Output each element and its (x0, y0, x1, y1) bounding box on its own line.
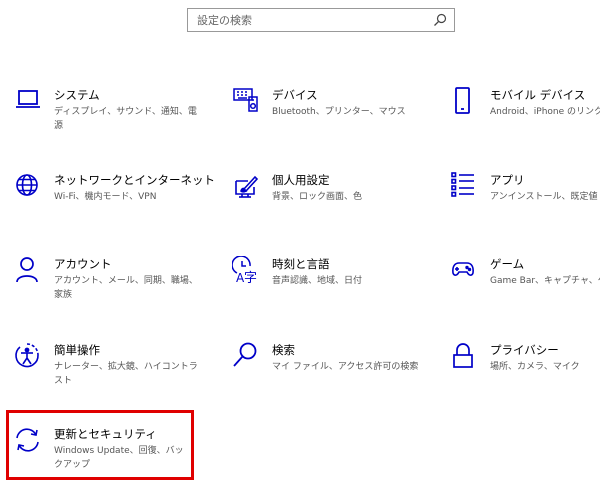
tile-accounts[interactable]: アカウント アカウント、メール、同期、職場、家族 (14, 256, 204, 328)
tile-description: アカウント、メール、同期、職場、家族 (54, 276, 198, 300)
tile-title: 時刻と言語 (272, 257, 330, 271)
tile-description: Android、iPhone のリンク (490, 107, 600, 117)
tile-description: 背景、ロック画面、色 (272, 192, 363, 202)
tile-personalization[interactable]: 個人用設定 背景、ロック画面、色 (232, 172, 422, 244)
tile-description: ナレーター、拡大鏡、ハイコントラスト (54, 362, 198, 386)
tile-title: システム (54, 88, 100, 102)
tile-title: モバイル デバイス (490, 88, 586, 102)
ease-of-access-icon (14, 342, 44, 372)
tile-time-language[interactable]: A 字 時刻と言語 音声認識、地域、日付 (232, 256, 422, 328)
svg-text:字: 字 (244, 271, 257, 286)
paint-tablet-icon (232, 172, 262, 202)
tile-apps[interactable]: アプリ アンインストール、既定値 (450, 172, 600, 244)
tile-title: 簡単操作 (54, 343, 100, 357)
magnifier-icon (232, 342, 262, 372)
tile-privacy[interactable]: プライバシー 場所、カメラ、マイク (450, 342, 600, 414)
phone-icon (450, 87, 480, 117)
tile-search[interactable]: 検索 マイ ファイル、アクセス許可の検索 (232, 342, 422, 414)
tile-network[interactable]: ネットワークとインターネット Wi-Fi、機内モード、VPN (14, 172, 215, 244)
tile-title: アカウント (54, 257, 112, 271)
app-list-icon (450, 172, 480, 202)
tile-title: ネットワークとインターネット (54, 173, 215, 187)
tile-title: 検索 (272, 343, 295, 357)
tile-description: アンインストール、既定値 (490, 192, 598, 202)
tile-mobile-devices[interactable]: モバイル デバイス Android、iPhone のリンク (450, 87, 600, 159)
highlight-box (6, 410, 194, 480)
search-placeholder: 設定の検索 (197, 14, 252, 27)
tile-title: ゲーム (490, 257, 525, 271)
lock-icon (450, 342, 480, 372)
tile-description: 場所、カメラ、マイク (490, 362, 580, 372)
tile-devices[interactable]: デバイス Bluetooth、プリンター、マウス (232, 87, 422, 159)
keyboard-speaker-icon (232, 87, 262, 117)
tile-description: Bluetooth、プリンター、マウス (272, 107, 406, 117)
time-language-icon: A 字 (232, 256, 262, 286)
tile-title: デバイス (272, 88, 318, 102)
tile-title: プライバシー (490, 343, 559, 357)
tile-description: 音声認識、地域、日付 (272, 276, 363, 286)
gamepad-icon (450, 256, 480, 286)
search-icon (434, 13, 447, 26)
globe-icon (14, 172, 44, 202)
tile-description: Wi-Fi、機内モード、VPN (54, 192, 157, 202)
tile-description: Game Bar、キャプチャ、ゲー (490, 276, 600, 286)
tile-system[interactable]: システム ディスプレイ、サウンド、通知、電源 (14, 87, 204, 159)
person-icon (14, 256, 44, 286)
tile-gaming[interactable]: ゲーム Game Bar、キャプチャ、ゲー (450, 256, 600, 328)
tile-description: ディスプレイ、サウンド、通知、電源 (54, 107, 197, 131)
laptop-icon (14, 87, 44, 117)
tile-title: 個人用設定 (272, 173, 330, 187)
tile-description: マイ ファイル、アクセス許可の検索 (272, 362, 419, 372)
tile-ease-of-access[interactable]: 簡単操作 ナレーター、拡大鏡、ハイコントラスト (14, 342, 204, 414)
tile-title: アプリ (490, 173, 525, 187)
settings-search-box[interactable]: 設定の検索 (187, 8, 455, 32)
